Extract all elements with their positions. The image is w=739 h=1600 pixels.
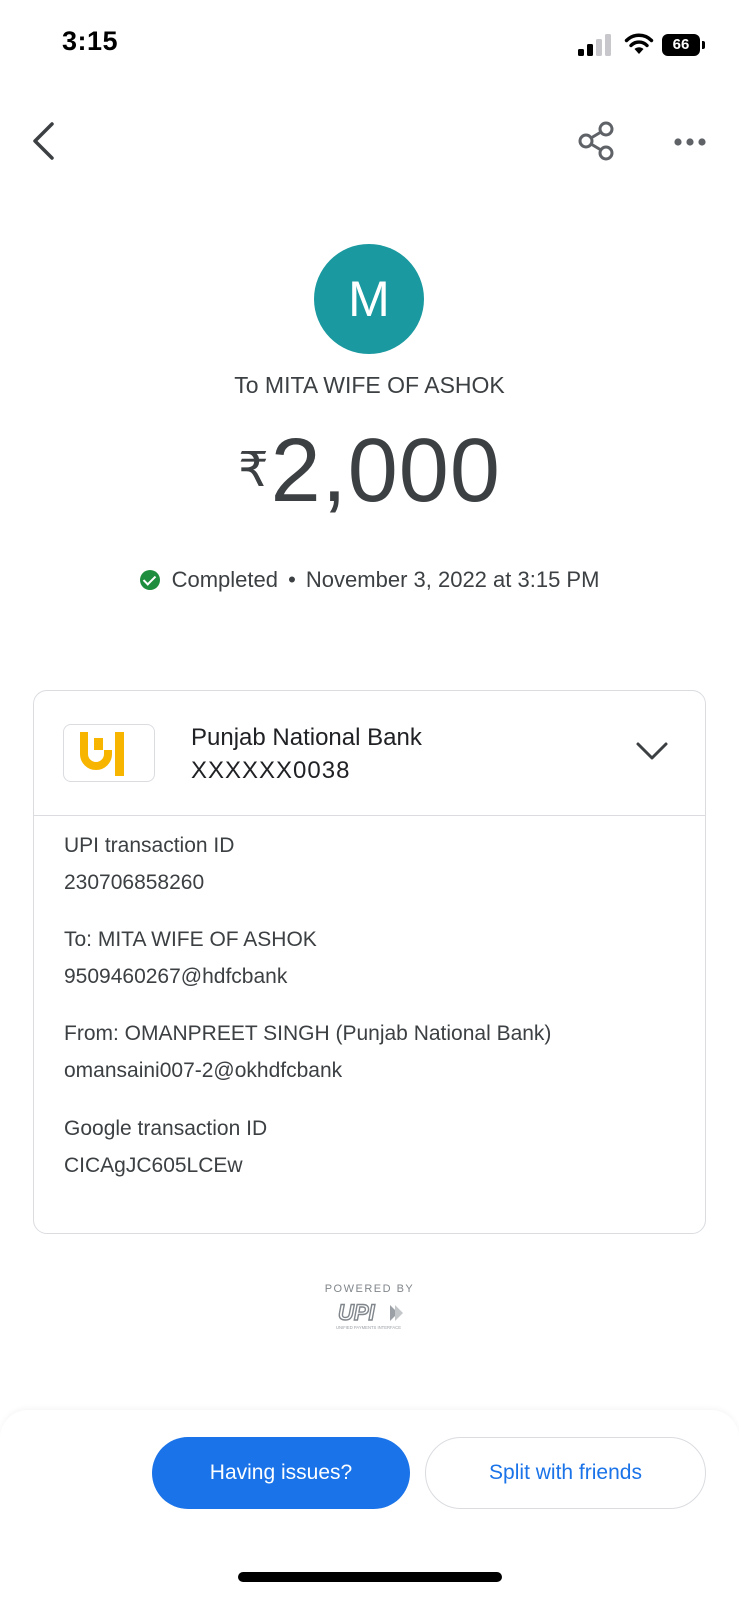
split-with-friends-button[interactable]: Split with friends xyxy=(425,1437,706,1509)
status-text: Completed xyxy=(171,567,278,592)
more-options-button[interactable] xyxy=(672,128,712,156)
chevron-down-icon xyxy=(636,742,668,760)
sender-label: From: OMANPREET SINGH (Punjab National B… xyxy=(64,1022,552,1045)
bank-account-number: XXXXXX0038 xyxy=(191,757,351,784)
powered-by-label: POWERED BY xyxy=(324,1283,415,1295)
share-icon xyxy=(578,121,614,161)
upi-transaction-id-label: UPI transaction ID xyxy=(64,834,235,857)
bank-name: Punjab National Bank xyxy=(191,724,422,751)
share-button[interactable] xyxy=(576,120,618,164)
battery-level: 66 xyxy=(662,34,700,56)
google-transaction-id-value: CICAgJC605LCEw xyxy=(64,1154,243,1177)
svg-text:UPI: UPI xyxy=(338,1301,376,1325)
transaction-datetime: November 3, 2022 at 3:15 PM xyxy=(305,567,600,592)
more-horizontal-icon xyxy=(674,138,706,146)
bank-account-row[interactable]: Punjab National Bank XXXXXX0038 xyxy=(34,691,705,816)
chevron-left-icon xyxy=(33,122,54,160)
wifi-icon xyxy=(624,33,654,54)
cellular-signal-icon xyxy=(578,34,611,56)
having-issues-button[interactable]: Having issues? xyxy=(152,1437,410,1509)
recipient-avatar: M xyxy=(314,244,424,354)
google-transaction-id-label: Google transaction ID xyxy=(64,1117,268,1140)
transaction-details-card: Punjab National Bank XXXXXX0038 UPI tran… xyxy=(33,690,706,1234)
battery-icon: 66 xyxy=(662,34,706,56)
sender-upi-id: omansaini007-2@okhdfcbank xyxy=(64,1059,343,1082)
bank-logo-icon xyxy=(63,724,155,782)
recipient-label: To: MITA WIFE OF ASHOK xyxy=(64,928,317,951)
status-time: 3:15 xyxy=(62,26,119,56)
recipient-upi-id: 9509460267@hdfcbank xyxy=(64,965,288,988)
back-button[interactable] xyxy=(26,120,62,164)
amount-value: 2,000 xyxy=(270,421,501,521)
amount-display: ₹2,000 xyxy=(0,420,739,523)
home-indicator[interactable] xyxy=(238,1572,502,1582)
upi-transaction-id-value: 230706858260 xyxy=(64,871,205,894)
upi-logo: UPI UNIFIED PAYMENTS INTERFACE xyxy=(334,1299,406,1331)
currency-symbol: ₹ xyxy=(238,444,269,497)
check-circle-icon xyxy=(139,570,160,590)
status-separator: • xyxy=(288,567,296,592)
svg-text:UNIFIED PAYMENTS INTERFACE: UNIFIED PAYMENTS INTERFACE xyxy=(336,1325,401,1330)
recipient-name: To MITA WIFE OF ASHOK xyxy=(234,372,505,398)
transaction-status: Completed • November 3, 2022 at 3:15 PM xyxy=(0,567,739,593)
